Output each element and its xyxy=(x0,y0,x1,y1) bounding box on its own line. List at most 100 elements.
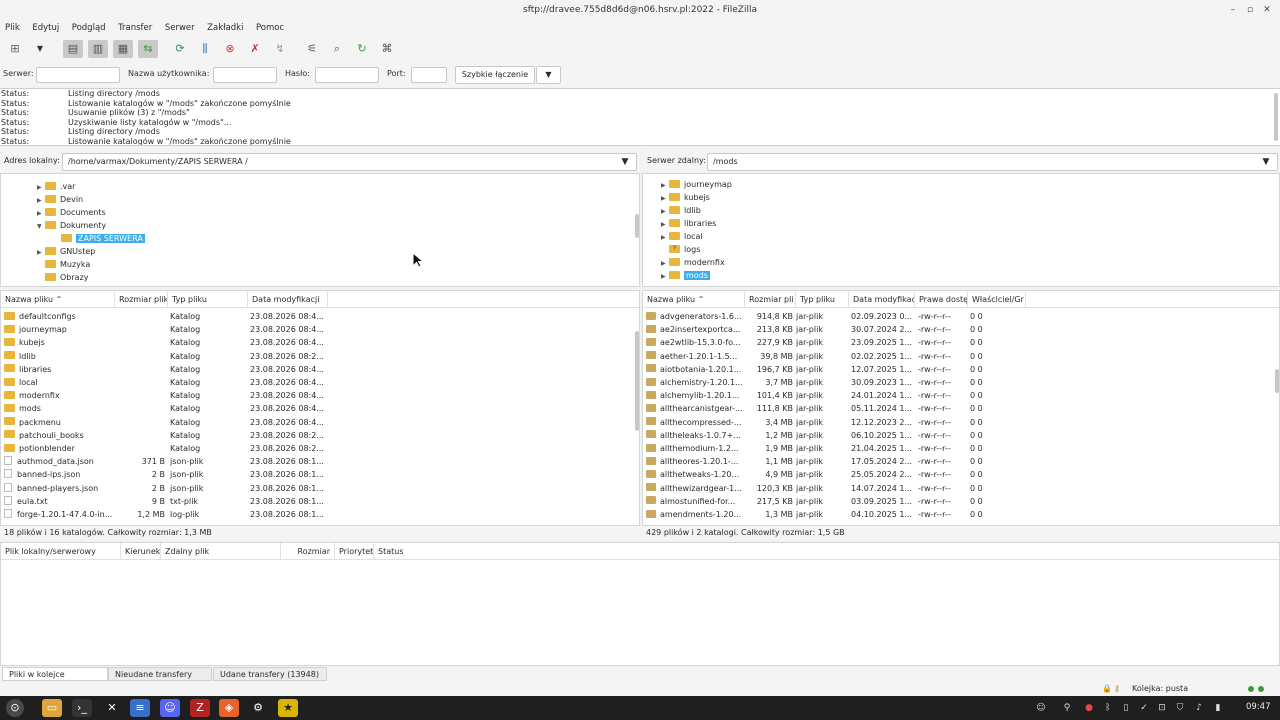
tree-item[interactable]: ▶ GNUstep xyxy=(37,245,95,258)
volume-icon[interactable]: ♪ xyxy=(1192,700,1206,716)
file-row[interactable]: potionblender Katalog 23.08.2026 08:2... xyxy=(1,442,639,455)
column-local-file[interactable]: Plik lokalny/serwerowy xyxy=(1,543,121,560)
file-row[interactable]: authmod_data.json 371 B json-plik 23.08.202… xyxy=(1,455,639,468)
local-path-input[interactable]: /home/varmax/Dokumenty/ZAPIS SERWERA / xyxy=(62,153,637,171)
file-row[interactable]: eula.txt 9 B txt-plik 23.08.2026 08:1... xyxy=(1,495,639,508)
tree-item-selected[interactable]: ▶ mods xyxy=(661,269,710,282)
column-remote-file[interactable]: Zdalny plik xyxy=(161,543,281,560)
file-row[interactable]: aiotbotania-1.20.1... 196,7 KB jar-plik 12.… xyxy=(643,363,1279,376)
user-input[interactable] xyxy=(213,67,277,83)
chevron-down-icon[interactable]: ▼ xyxy=(613,153,637,171)
quickconnect-dropdown[interactable]: ▼ xyxy=(536,66,561,84)
disconnect-icon[interactable]: ✗ xyxy=(245,40,265,58)
start-menu-icon[interactable]: ⊙ xyxy=(6,699,24,717)
brave-icon[interactable]: ◈ xyxy=(219,699,239,717)
column-type[interactable]: Typ pliku xyxy=(796,291,849,308)
column-permissions[interactable]: Prawa dostę xyxy=(915,291,968,308)
file-row[interactable]: allthearcanistgear-... 111,8 KB jar-plik 05… xyxy=(643,402,1279,415)
expand-arrow-icon[interactable]: ▼ xyxy=(37,220,45,233)
column-name[interactable]: Nazwa pliku ⌃ xyxy=(643,291,745,308)
tree-item[interactable]: ▶ kubejs xyxy=(661,191,710,204)
column-size[interactable]: Rozmiar xyxy=(281,543,335,560)
file-row[interactable]: advgenerators-1.6... 914,8 KB jar-plik 02.0… xyxy=(643,310,1279,323)
column-owner[interactable]: Właściciel/Gr xyxy=(968,291,1026,308)
column-type[interactable]: Typ pliku xyxy=(168,291,248,308)
tree-item[interactable]: Obrazy xyxy=(37,271,89,284)
column-direction[interactable]: Kierunek xyxy=(121,543,161,560)
close-button[interactable]: ✕ xyxy=(1260,3,1274,17)
tree-item[interactable]: ▶ local xyxy=(661,230,703,243)
app-x-icon[interactable]: ✕ xyxy=(102,699,122,717)
filezilla-icon[interactable]: Z xyxy=(190,699,210,717)
local-tree-scrollbar[interactable] xyxy=(635,214,639,238)
log-scrollbar[interactable] xyxy=(1274,93,1278,141)
file-row[interactable]: packmenu Katalog 23.08.2026 08:4... xyxy=(1,416,639,429)
toggle-queue-icon[interactable]: ⇆ xyxy=(138,40,158,58)
check-tray-icon[interactable]: ✓ xyxy=(1137,700,1151,716)
port-input[interactable] xyxy=(411,67,447,83)
pin-tray-icon[interactable]: ⚲ xyxy=(1060,700,1074,716)
file-row[interactable]: patchouli_books Katalog 23.08.2026 08:2... xyxy=(1,429,639,442)
file-row[interactable]: allthewizardgear-1... 120,3 KB jar-plik 14.… xyxy=(643,482,1279,495)
remote-list-scrollbar[interactable] xyxy=(1275,369,1279,393)
password-input[interactable] xyxy=(315,67,379,83)
network-icon[interactable]: ⊡ xyxy=(1155,700,1169,716)
tree-item[interactable]: ▶ journeymap xyxy=(661,178,732,191)
file-row[interactable]: ae2wtlib-15.3.0-fo... 227,9 KB jar-plik 23.… xyxy=(643,336,1279,349)
compare-icon[interactable]: ⌕ xyxy=(327,40,347,58)
file-row[interactable]: kubejs Katalog 23.08.2026 08:4... xyxy=(1,336,639,349)
column-name[interactable]: Nazwa pliku ⌃ xyxy=(1,291,115,308)
tree-item-selected[interactable]: ZAPIS SERWERA xyxy=(61,232,145,245)
column-size[interactable]: Rozmiar plik xyxy=(115,291,168,308)
filter-icon[interactable]: ⚟ xyxy=(302,40,322,58)
minimize-button[interactable]: – xyxy=(1226,3,1240,17)
menu-serwer[interactable]: Serwer xyxy=(160,20,200,36)
chevron-down-icon[interactable]: ▼ xyxy=(1254,153,1278,171)
tree-item[interactable]: ▼ Dokumenty xyxy=(37,219,106,232)
reconnect-icon[interactable]: ↯ xyxy=(270,40,290,58)
shield-icon[interactable]: ⛉ xyxy=(1173,700,1187,716)
column-date[interactable]: Data modyfikacji xyxy=(248,291,328,308)
column-status[interactable]: Status xyxy=(374,543,454,560)
file-row[interactable]: banned-ips.json 2 B json-plik 23.08.2026 08… xyxy=(1,468,639,481)
discord-icon[interactable]: ☺ xyxy=(160,699,180,717)
clipboard-icon[interactable]: ▯ xyxy=(1119,700,1133,716)
file-row[interactable]: forge-1.20.1-47.4.0-in... 1,2 MB log-plik 2… xyxy=(1,508,639,521)
battery-icon[interactable]: ▮ xyxy=(1211,700,1225,716)
tab-successful-transfers[interactable]: Udane transfery (13948) xyxy=(213,667,327,681)
file-row[interactable]: allthecompressed-... 3,4 MB jar-plik 12.12.… xyxy=(643,416,1279,429)
file-row[interactable]: almostunified-for... 217,5 KB jar-plik 03.0… xyxy=(643,495,1279,508)
file-row[interactable]: alltheleaks-1.0.7+... 1,2 MB jar-plik 06.10… xyxy=(643,429,1279,442)
maximize-button[interactable]: ▫ xyxy=(1243,3,1257,17)
file-row[interactable]: defaultconfigs Katalog 23.08.2026 08:4... xyxy=(1,310,639,323)
file-row[interactable]: allthemodium-1.2... 1,9 MB jar-plik 21.04.2… xyxy=(643,442,1279,455)
files-app-icon[interactable]: ▭ xyxy=(42,699,62,717)
clock[interactable]: 09:47 xyxy=(1246,702,1271,712)
file-row[interactable]: alltheores-1.20.1-... 1,1 MB jar-plik 17.05… xyxy=(643,455,1279,468)
refresh-icon[interactable]: ⟳ xyxy=(170,40,190,58)
tree-item[interactable]: ▶ ldlib xyxy=(661,204,701,217)
column-size[interactable]: Rozmiar pli xyxy=(745,291,796,308)
bluetooth-icon[interactable]: ᛒ xyxy=(1101,700,1115,716)
cancel-icon[interactable]: ⊗ xyxy=(220,40,240,58)
tree-item[interactable]: ▶ modernfix xyxy=(661,256,725,269)
remote-path-input[interactable]: /mods xyxy=(707,153,1278,171)
file-row[interactable]: ldlib Katalog 23.08.2026 08:2... xyxy=(1,350,639,363)
menu-transfer[interactable]: Transfer xyxy=(113,20,157,36)
menu-edytuj[interactable]: Edytuj xyxy=(27,20,64,36)
file-row[interactable]: local Katalog 23.08.2026 08:4... xyxy=(1,376,639,389)
menu-plik[interactable]: Plik xyxy=(0,20,25,36)
toggle-remote-tree-icon[interactable]: ▦ xyxy=(113,40,133,58)
toggle-log-icon[interactable]: ▤ xyxy=(63,40,83,58)
host-input[interactable] xyxy=(36,67,120,83)
tree-item[interactable]: ▶ Devin xyxy=(37,193,83,206)
file-row[interactable]: alchemistry-1.20.1... 3,7 MB jar-plik 30.09… xyxy=(643,376,1279,389)
settings-icon[interactable]: ⚙ xyxy=(248,699,268,717)
notes-icon[interactable]: ≡ xyxy=(130,699,150,717)
tree-item[interactable]: ▶ Documents xyxy=(37,206,106,219)
site-manager-icon[interactable]: ⊞ xyxy=(5,40,25,58)
tree-item[interactable]: ▶ .var xyxy=(37,180,75,193)
toggle-local-tree-icon[interactable]: ▥ xyxy=(88,40,108,58)
game-icon[interactable]: ★ xyxy=(278,699,298,717)
process-queue-icon[interactable]: ⫼ xyxy=(195,40,215,58)
